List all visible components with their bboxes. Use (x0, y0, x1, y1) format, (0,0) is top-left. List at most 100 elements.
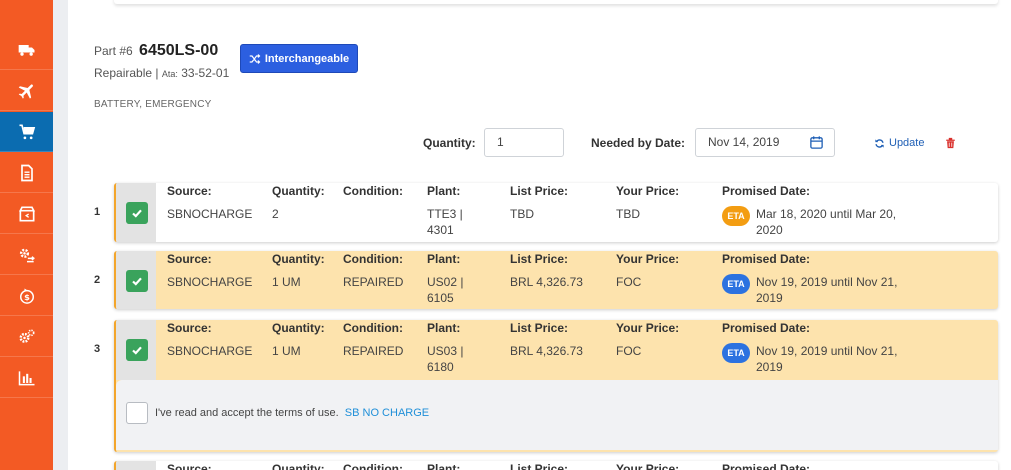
nav-item-cart[interactable] (0, 112, 53, 152)
needed-by-date-label: Needed by Date: (591, 136, 686, 150)
sidebar: $ (0, 0, 53, 470)
plant-value: US03 | 6180 (427, 344, 464, 374)
ata-label: Ata: (161, 69, 178, 79)
nav-item-aircraft[interactable] (0, 71, 53, 111)
quantity-header: Quantity: (272, 321, 325, 335)
list-price-value: BRL 4,326.73 (510, 344, 583, 358)
source-row[interactable]: Source: Quantity: Condition: Plant: List… (114, 251, 998, 309)
part-prefix: Part #6 (94, 44, 133, 58)
nav-item-settings[interactable] (0, 317, 53, 357)
condition-header: Condition: (343, 321, 403, 335)
nav-item-exchange[interactable] (0, 235, 53, 275)
ata-value: 33-52-01 (181, 66, 230, 80)
quantity-header: Quantity: (272, 252, 325, 266)
sidebar-gutter (53, 0, 68, 470)
condition-value: REPAIRED (343, 275, 404, 289)
terms-panel: I've read and accept the terms of use. S… (116, 380, 998, 450)
row-select-cell (116, 320, 156, 380)
promised-date-value: Nov 19, 2019 until Nov 21, 2019 (756, 344, 898, 374)
shuffle-icon (249, 53, 261, 64)
interchangeable-button[interactable]: Interchangeable (240, 44, 358, 73)
quantity-label: Quantity: (423, 136, 476, 150)
quantity-input[interactable]: 1 (484, 128, 564, 157)
bar-chart-icon (18, 370, 34, 385)
list-price-header: List Price: (510, 321, 569, 335)
source-header: Source: (167, 321, 212, 335)
nav-item-reports[interactable] (0, 358, 53, 398)
condition-header: Condition: (343, 462, 403, 470)
plant-value: TTE3 | 4301 (427, 207, 463, 237)
plane-icon (18, 83, 33, 99)
plant-header: Plant: (427, 252, 461, 266)
checkmark-icon (132, 209, 142, 218)
update-button[interactable]: Update (874, 137, 924, 149)
cart-icon (19, 124, 35, 139)
eta-badge: ETA (722, 343, 750, 363)
source-row[interactable]: Source: Quantity: Condition: Plant: List… (114, 461, 998, 470)
row-select-cell (116, 183, 156, 242)
nav-item-returns[interactable] (0, 194, 53, 234)
plant-header: Plant: (427, 321, 461, 335)
plant-value: US02 | 6105 (427, 275, 464, 305)
your-price-header: Your Price: (616, 252, 680, 266)
list-price-value: TBD (510, 207, 534, 221)
condition-value: REPAIRED (343, 344, 404, 358)
plant-header: Plant: (427, 184, 461, 198)
source-row-expanded[interactable]: Source: Quantity: Condition: Plant: List… (114, 320, 998, 452)
part-condition: Repairable | (94, 66, 159, 80)
source-value: SBNOCHARGE (167, 207, 253, 221)
promised-date-header: Promised Date: (722, 462, 811, 470)
svg-text:$: $ (24, 292, 30, 302)
part-description: BATTERY, EMERGENCY (94, 99, 212, 110)
quantity-header: Quantity: (272, 184, 325, 198)
promised-date-header: Promised Date: (722, 252, 811, 266)
source-row[interactable]: Source: Quantity: Condition: Plant: List… (114, 183, 998, 242)
row-checkbox[interactable] (126, 202, 148, 224)
source-header: Source: (167, 462, 212, 470)
list-price-value: BRL 4,326.73 (510, 275, 583, 289)
your-price-header: Your Price: (616, 321, 680, 335)
terms-checkbox[interactable] (126, 402, 148, 424)
interchangeable-label: Interchangeable (264, 52, 350, 65)
terms-text: I've read and accept the terms of use. S… (155, 407, 429, 419)
needed-by-date-input[interactable]: Nov 14, 2019 (695, 128, 835, 157)
quantity-value: 1 UM (272, 344, 301, 358)
promised-date-header: Promised Date: (722, 184, 811, 198)
dollar-cycle-icon: $ (19, 288, 34, 304)
row-checkbox[interactable] (126, 270, 148, 292)
your-price-value: FOC (616, 275, 642, 289)
list-price-header: List Price: (510, 184, 569, 198)
promised-date-value: Nov 19, 2019 until Nov 21, 2019 (756, 275, 898, 305)
row-select-cell (116, 461, 156, 470)
box-icon (18, 206, 35, 221)
terms-link[interactable]: SB NO CHARGE (345, 407, 429, 419)
checkmark-icon (132, 277, 142, 286)
source-value: SBNOCHARGE (167, 344, 253, 358)
row-checkbox[interactable] (126, 339, 148, 361)
part-header: Part #6 6450LS-00 (94, 42, 218, 60)
calendar-icon[interactable] (809, 135, 824, 150)
checkmark-icon (132, 346, 142, 355)
exchange-gear-icon (19, 248, 35, 262)
row-index: 3 (94, 343, 101, 355)
promised-date-header: Promised Date: (722, 321, 811, 335)
row-index: 2 (94, 274, 101, 286)
delete-icon[interactable] (945, 137, 956, 149)
nav-item-fleet[interactable] (0, 30, 53, 70)
eta-badge: ETA (722, 206, 750, 226)
condition-header: Condition: (343, 184, 403, 198)
your-price-header: Your Price: (616, 184, 680, 198)
promised-date-value: Mar 18, 2020 until Mar 20, 2020 (756, 207, 897, 237)
terms-label: I've read and accept the terms of use. (155, 407, 339, 419)
quantity-value: 2 (272, 207, 279, 221)
document-icon (20, 164, 33, 181)
part-condition-line: Repairable | Ata: 33-52-01 (94, 65, 234, 82)
condition-header: Condition: (343, 252, 403, 266)
needed-by-date-value: Nov 14, 2019 (708, 135, 780, 149)
list-price-header: List Price: (510, 462, 569, 470)
your-price-value: TBD (616, 207, 640, 221)
nav-item-finance[interactable]: $ (0, 276, 53, 316)
source-header: Source: (167, 184, 212, 198)
nav-item-documents[interactable] (0, 153, 53, 193)
previous-card-edge (114, 0, 998, 4)
